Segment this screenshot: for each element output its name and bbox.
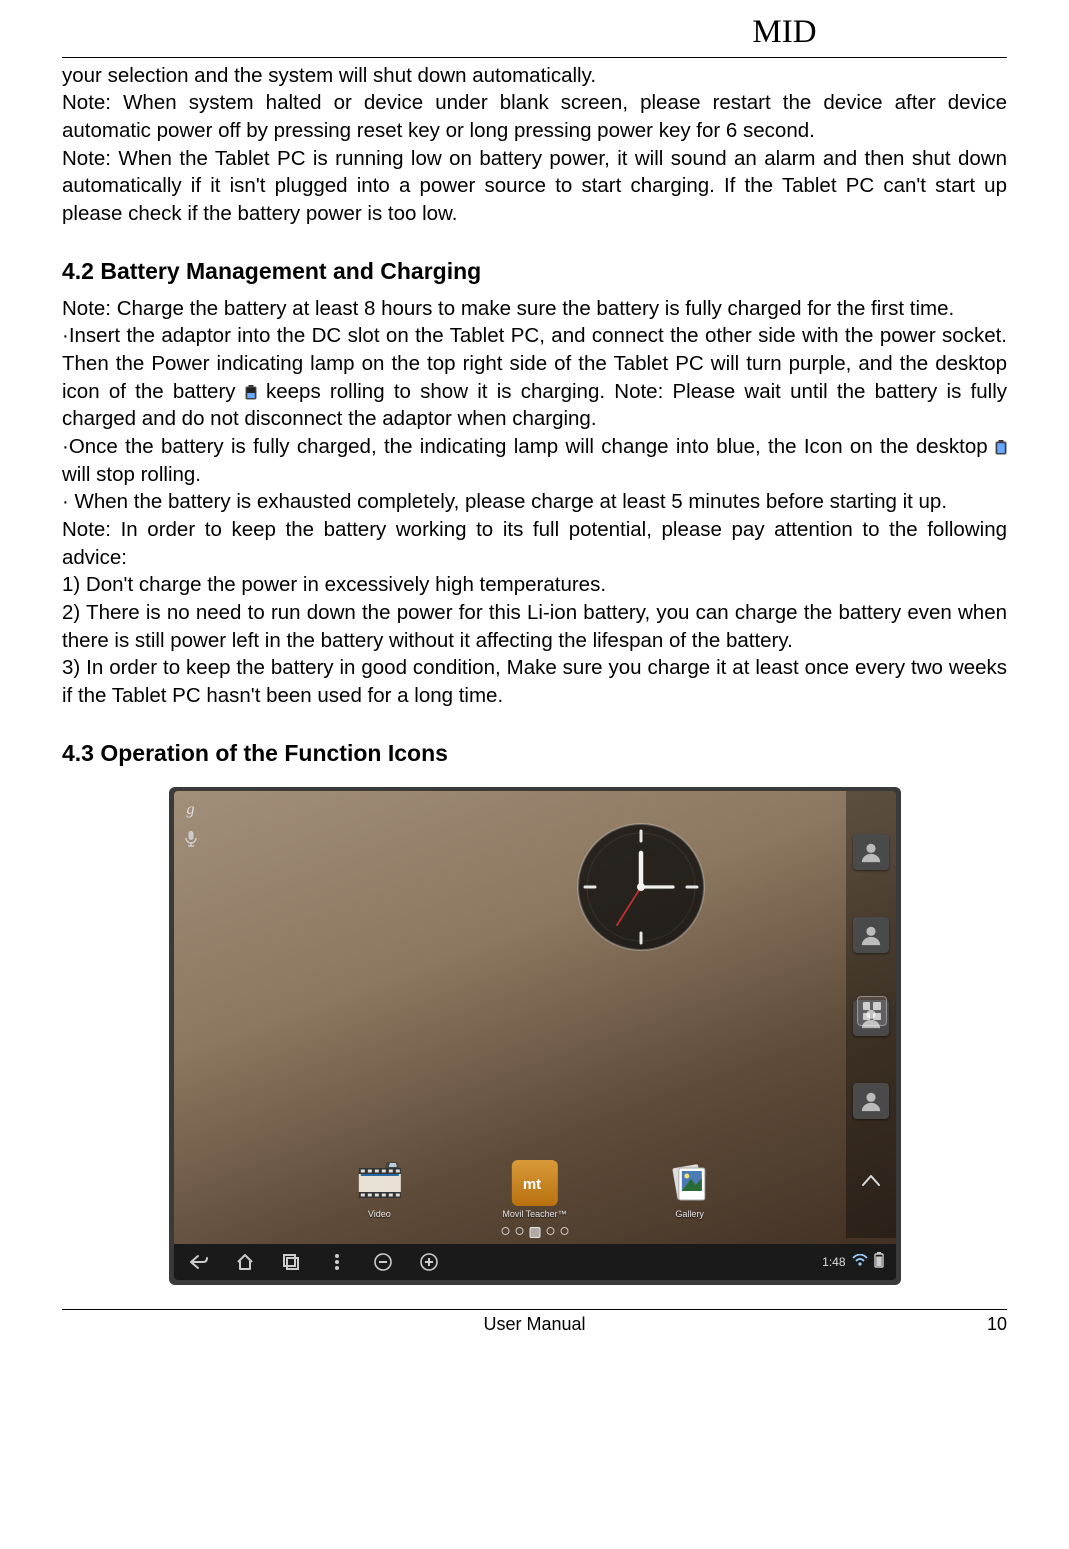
- footer-rule: [62, 1309, 1007, 1310]
- gallery-icon[interactable]: [667, 1160, 713, 1206]
- battery-charging-icon: [245, 385, 257, 400]
- section-heading-4-3: 4.3 Operation of the Function Icons: [62, 738, 1007, 769]
- voice-search-icon[interactable]: [182, 830, 200, 848]
- paragraph: 1) Don't charge the power in excessively…: [62, 571, 1007, 599]
- volume-down-button[interactable]: [372, 1251, 394, 1273]
- google-search-icon[interactable]: g: [182, 799, 200, 821]
- paragraph: 3) In order to keep the battery in good …: [62, 654, 1007, 709]
- volume-up-button[interactable]: [418, 1251, 440, 1273]
- dock-label: Video: [368, 1208, 391, 1220]
- paragraph: ·Once the battery is fully charged, the …: [62, 433, 1007, 488]
- tablet-display: g: [174, 791, 896, 1280]
- navigation-bar: 1:48: [174, 1244, 896, 1280]
- paragraph: · When the battery is exhausted complete…: [62, 488, 1007, 516]
- section-heading-4-2: 4.2 Battery Management and Charging: [62, 256, 1007, 287]
- paragraph: Note: When the Tablet PC is running low …: [62, 145, 1007, 228]
- svg-text:mt: mt: [522, 1176, 540, 1193]
- movil-teacher-icon[interactable]: mt: [511, 1160, 557, 1206]
- paragraph: Note: In order to keep the battery worki…: [62, 516, 1007, 571]
- analog-clock-widget[interactable]: [571, 817, 711, 957]
- back-button[interactable]: [188, 1251, 210, 1273]
- contact-avatar[interactable]: [853, 917, 889, 953]
- page-dot[interactable]: [560, 1227, 568, 1235]
- paragraph: Note: Charge the battery at least 8 hour…: [62, 295, 1007, 323]
- contact-avatar[interactable]: [853, 834, 889, 870]
- expand-arrow-icon[interactable]: [853, 1166, 889, 1194]
- page-indicator: [501, 1227, 568, 1238]
- dock-item-movil-teacher[interactable]: mt Movil Teacher™: [502, 1160, 566, 1220]
- header-rule: [62, 57, 1007, 58]
- page-dot[interactable]: [515, 1227, 523, 1235]
- dock-item-video[interactable]: Video: [356, 1160, 402, 1220]
- wifi-icon: [852, 1254, 868, 1270]
- search-strip[interactable]: g: [182, 799, 200, 849]
- paragraph: 2) There is no need to run down the powe…: [62, 599, 1007, 654]
- page-dot[interactable]: [501, 1227, 509, 1235]
- header-title: MID: [62, 10, 1007, 55]
- battery-status-icon: [874, 1252, 884, 1272]
- text-run: ·Once the battery is fully charged, the …: [62, 435, 995, 458]
- video-app-icon[interactable]: [356, 1160, 402, 1206]
- text-run: will stop rolling.: [62, 463, 201, 486]
- status-tray[interactable]: 1:48: [822, 1252, 895, 1272]
- paragraph: Note: When system halted or device under…: [62, 89, 1007, 144]
- tablet-screenshot: g: [62, 787, 1007, 1285]
- tablet-frame: g: [169, 787, 901, 1285]
- app-dock: Video mt Movil Teacher™: [356, 1160, 712, 1220]
- dock-label: Movil Teacher™: [502, 1208, 566, 1220]
- page-dot-home[interactable]: [529, 1227, 540, 1238]
- footer-title: User Manual: [122, 1312, 947, 1336]
- apps-grid-button[interactable]: [857, 996, 887, 1026]
- battery-full-icon: [995, 440, 1007, 455]
- page-footer: User Manual 10: [62, 1312, 1007, 1336]
- status-time: 1:48: [822, 1254, 845, 1270]
- paragraph: ·Insert the adaptor into the DC slot on …: [62, 322, 1007, 433]
- page-number: 10: [947, 1312, 1007, 1336]
- home-button[interactable]: [234, 1251, 256, 1273]
- recents-button[interactable]: [280, 1251, 302, 1273]
- menu-button[interactable]: [326, 1251, 348, 1273]
- contacts-sidebar[interactable]: [846, 791, 896, 1238]
- dock-item-gallery[interactable]: Gallery: [667, 1160, 713, 1220]
- paragraph: your selection and the system will shut …: [62, 62, 1007, 90]
- contact-avatar[interactable]: [853, 1083, 889, 1119]
- page-dot[interactable]: [546, 1227, 554, 1235]
- dock-label: Gallery: [675, 1208, 704, 1220]
